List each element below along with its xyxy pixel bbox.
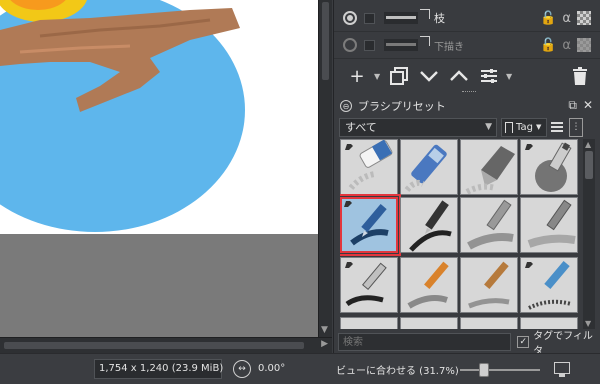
scroll-right-icon[interactable]: ▶ xyxy=(321,339,328,349)
unlock-icon[interactable]: 🔓 xyxy=(540,38,556,53)
tag-select-value: すべて xyxy=(345,121,377,134)
preset-blender-tip[interactable] xyxy=(460,139,518,195)
preset-brush-wood[interactable] xyxy=(460,257,518,313)
sliders-icon[interactable] xyxy=(476,64,502,88)
preset-blue-marker[interactable] xyxy=(400,139,458,195)
splitter-grip[interactable] xyxy=(462,91,476,94)
dropdown-arrow-icon[interactable]: ▼ xyxy=(506,72,514,81)
alpha-lock-icon[interactable]: α xyxy=(562,11,571,26)
layer-checkbox[interactable] xyxy=(364,12,375,24)
canvas-area[interactable] xyxy=(0,0,318,337)
preset-cell[interactable] xyxy=(460,317,518,329)
layer-name[interactable]: 枝 xyxy=(434,10,445,26)
preset-grid xyxy=(340,139,580,329)
status-bar: 1,754 x 1,240 (23.9 MiB) ↔ 0.00° ビューに合わせ… xyxy=(0,353,600,384)
rotation-icon[interactable]: ↔ xyxy=(233,360,251,378)
zoom-label[interactable]: ビューに合わせる (31.7%) xyxy=(336,362,459,377)
preset-docker-title: ブラシプリセット xyxy=(358,100,446,113)
preset-airbrush[interactable] xyxy=(520,139,578,195)
tag-select[interactable]: すべて ▼ xyxy=(339,117,497,137)
float-icon[interactable]: ⧉ xyxy=(568,98,577,113)
scroll-up-icon[interactable]: ▲ xyxy=(585,140,591,149)
layer-checkbox[interactable] xyxy=(364,39,375,51)
zoom-slider-handle[interactable] xyxy=(479,363,489,377)
artwork xyxy=(0,0,245,232)
zoom-slider-track[interactable] xyxy=(460,369,540,371)
tag-button-label: Tag xyxy=(516,121,533,133)
bookmark-icon xyxy=(505,121,513,133)
lock-icon[interactable]: ⊖ xyxy=(340,100,352,112)
dropdown-arrow-icon: ▼ xyxy=(535,123,542,131)
preset-eraser[interactable] xyxy=(340,139,398,195)
plus-icon[interactable]: + xyxy=(344,64,370,88)
preset-cell[interactable] xyxy=(400,317,458,329)
preset-brush-orange[interactable] xyxy=(400,257,458,313)
duplicate-icon[interactable] xyxy=(386,64,412,88)
unlock-icon[interactable]: 🔓 xyxy=(540,11,556,26)
preset-search-input[interactable] xyxy=(338,333,512,351)
preset-grey-pencil[interactable] xyxy=(520,197,578,253)
tag-filter-checkbox[interactable]: ✓ xyxy=(517,336,530,348)
dropdown-arrow-icon[interactable]: ▼ xyxy=(374,72,382,81)
inherit-alpha-icon[interactable] xyxy=(577,38,591,52)
details-icon[interactable]: ⋮ xyxy=(569,117,583,137)
preset-ink-pen[interactable] xyxy=(400,197,458,253)
krita-window: ▼ ▶ 枝 🔓 α 下描き 🔓 α + ▼ ▼ ⊖ ブラシプリセット ⧉ ✕ す… xyxy=(0,0,600,384)
layer-toolbar: + ▼ ▼ xyxy=(334,62,600,90)
preset-docker-header: ⊖ ブラシプリセット ⧉ ✕ xyxy=(334,97,600,115)
preset-search-row: ✓ タグでフィルタ xyxy=(334,331,600,357)
menu-icon[interactable] xyxy=(551,118,565,137)
inherit-alpha-icon[interactable] xyxy=(577,11,591,25)
layer-name[interactable]: 下描き xyxy=(434,38,464,53)
canvas-horizontal-scrollbar[interactable]: ▶ xyxy=(0,337,332,353)
eye-hidden-icon[interactable] xyxy=(343,38,357,52)
scroll-down-icon[interactable]: ▼ xyxy=(321,325,328,335)
preset-selected-pen[interactable] xyxy=(340,194,401,256)
preset-soft-pencil[interactable] xyxy=(460,197,518,253)
layer-thumbnail xyxy=(384,12,418,24)
layer-thumbnail xyxy=(384,39,418,51)
monitor-icon[interactable] xyxy=(554,362,570,377)
right-docker: 枝 🔓 α 下描き 🔓 α + ▼ ▼ ⊖ ブラシプリセット ⧉ ✕ すべて ▼… xyxy=(333,0,600,357)
clone-link-icon xyxy=(420,9,430,19)
preset-brush-black[interactable] xyxy=(340,257,398,313)
canvas-vertical-scrollbar[interactable]: ▼ xyxy=(318,0,332,337)
preset-cell[interactable] xyxy=(340,317,398,329)
image-dimensions[interactable]: 1,754 x 1,240 (23.9 MiB) xyxy=(94,359,223,379)
trash-icon[interactable] xyxy=(567,64,593,88)
chevron-down-icon: ▼ xyxy=(485,121,492,132)
alpha-lock-icon[interactable]: α xyxy=(562,38,571,53)
layer-row[interactable]: 下描き 🔓 α xyxy=(334,32,600,59)
horizontal-scroll-thumb[interactable] xyxy=(4,342,304,349)
layer-row[interactable]: 枝 🔓 α xyxy=(334,5,600,32)
preset-grid-scrollbar[interactable]: ▲ ▼ xyxy=(583,139,595,329)
vertical-scroll-thumb[interactable] xyxy=(322,2,329,80)
preset-controls: すべて ▼ Tag ▼ ⋮ xyxy=(339,117,597,137)
preset-pencil-blue[interactable] xyxy=(520,257,578,313)
rotation-value[interactable]: 0.00° xyxy=(258,363,285,374)
clone-link-icon xyxy=(420,36,430,46)
chevron-up-icon[interactable] xyxy=(446,64,472,88)
close-icon[interactable]: ✕ xyxy=(583,98,593,113)
eye-icon[interactable] xyxy=(343,11,357,25)
tag-button[interactable]: Tag ▼ xyxy=(501,117,547,137)
preset-scroll-thumb[interactable] xyxy=(585,151,593,179)
chevron-down-icon[interactable] xyxy=(416,64,442,88)
